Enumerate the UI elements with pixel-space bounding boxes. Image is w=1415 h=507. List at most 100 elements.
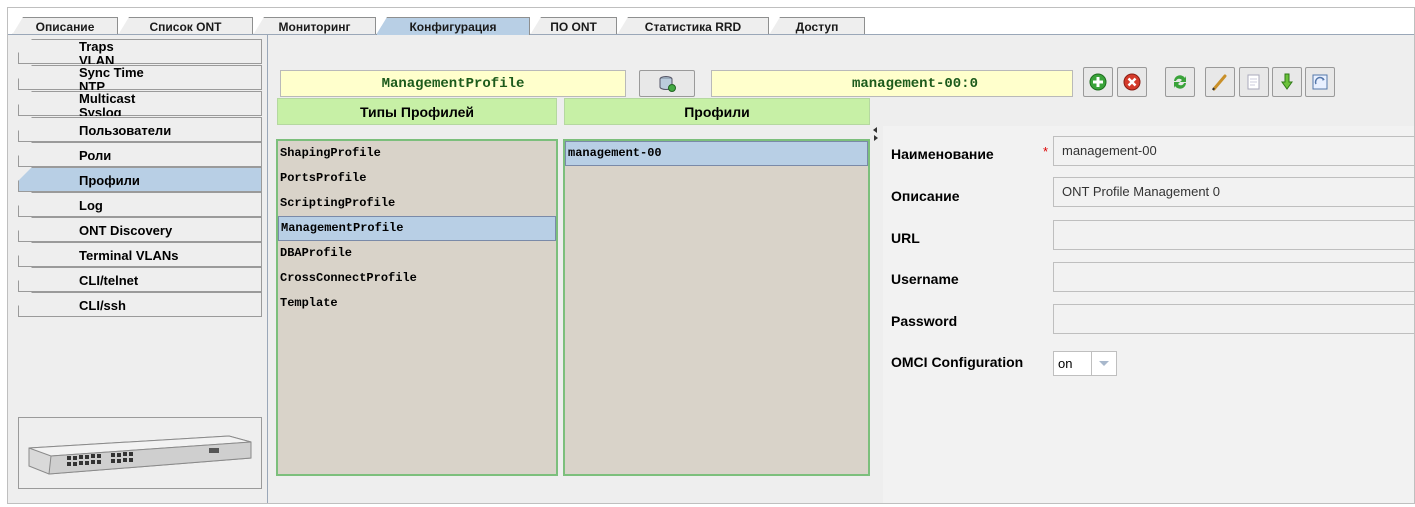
add-button[interactable] bbox=[1083, 67, 1113, 97]
list-item-label: management-00 bbox=[568, 146, 662, 160]
tab-ont-list[interactable]: Список ONT bbox=[118, 17, 253, 35]
types-list[interactable]: ShapingProfile PortsProfile ScriptingPro… bbox=[276, 139, 558, 476]
tab-label: Мониторинг bbox=[278, 20, 351, 34]
refresh-icon bbox=[1174, 75, 1186, 89]
tab-label: Описание bbox=[35, 20, 95, 34]
compare-button[interactable] bbox=[1305, 67, 1335, 97]
sidebar-item-profiles[interactable]: Профили bbox=[18, 167, 262, 192]
sidebar-item-label: Multicast bbox=[79, 91, 136, 106]
tab-bar: Описание Список ONT Мониторинг Конфигура… bbox=[8, 8, 1414, 35]
name-label: Наименование bbox=[891, 146, 994, 162]
list-item-label: CrossConnectProfile bbox=[280, 271, 417, 285]
list-item-label: PortsProfile bbox=[280, 171, 367, 185]
edit-icon bbox=[1212, 74, 1227, 91]
tab-label: Доступ bbox=[795, 20, 839, 34]
sidebar-item-multicast-syslog[interactable]: Multicast Syslog bbox=[18, 91, 262, 116]
name-field[interactable]: management-00 bbox=[1053, 136, 1414, 166]
list-item[interactable]: PortsProfile bbox=[278, 166, 556, 191]
description-label: Описание bbox=[891, 188, 960, 204]
sidebar-item-label: Профили bbox=[79, 173, 140, 188]
omci-value: on bbox=[1054, 352, 1092, 375]
sidebar-separator bbox=[267, 35, 268, 503]
list-item[interactable]: Template bbox=[278, 291, 556, 316]
list-item-selected[interactable]: ManagementProfile bbox=[278, 216, 556, 241]
types-list-header: Типы Профилей bbox=[277, 98, 557, 125]
username-field[interactable] bbox=[1053, 262, 1414, 292]
tab-label: Статистика RRD bbox=[644, 20, 742, 34]
tab-rrd-statistics[interactable]: Статистика RRD bbox=[617, 17, 769, 35]
username-label: Username bbox=[891, 271, 959, 287]
download-icon bbox=[1281, 73, 1293, 90]
list-item-label: DBAProfile bbox=[280, 246, 353, 260]
sidebar-item-cli-ssh[interactable]: CLI/ssh bbox=[18, 292, 262, 317]
description-value: ONT Profile Management 0 bbox=[1062, 184, 1220, 199]
list-item[interactable]: CrossConnectProfile bbox=[278, 266, 556, 291]
copy-icon bbox=[1247, 74, 1260, 90]
omci-select[interactable]: on bbox=[1053, 351, 1117, 376]
edit-button[interactable] bbox=[1205, 67, 1235, 97]
list-item[interactable]: ScriptingProfile bbox=[278, 191, 556, 216]
sidebar-item-label: CLI/ssh bbox=[79, 298, 126, 313]
profile-name-text: management-00:0 bbox=[851, 76, 978, 92]
url-label: URL bbox=[891, 230, 920, 246]
sidebar-item-label: ONT Discovery bbox=[79, 223, 173, 238]
sidebar-item-cli-telnet[interactable]: CLI/telnet bbox=[18, 267, 262, 292]
profiles-list[interactable]: management-00 bbox=[563, 139, 870, 476]
list-item-selected[interactable]: management-00 bbox=[565, 141, 868, 166]
sidebar-item-label: CLI/telnet bbox=[79, 273, 139, 288]
list-item-label: ShapingProfile bbox=[280, 146, 381, 160]
list-item[interactable]: ShapingProfile bbox=[278, 141, 556, 166]
sidebar-item-label: Log bbox=[79, 198, 103, 213]
delete-icon bbox=[1123, 73, 1141, 91]
sidebar-item-roles[interactable]: Роли bbox=[18, 142, 262, 167]
tab-configuration[interactable]: Конфигурация bbox=[376, 17, 530, 35]
db-icon bbox=[659, 75, 676, 92]
delete-button[interactable] bbox=[1117, 67, 1147, 97]
tab-access[interactable]: Доступ bbox=[769, 17, 865, 35]
sidebar-item-log[interactable]: Log bbox=[18, 192, 262, 217]
olt-device-image[interactable] bbox=[18, 417, 262, 489]
olt-device-icon bbox=[28, 435, 252, 475]
app-window: Описание Список ONT Мониторинг Конфигура… bbox=[7, 7, 1415, 504]
sidebar-item-label: Traps bbox=[79, 39, 114, 54]
download-button[interactable] bbox=[1272, 67, 1302, 97]
sidebar-item-label: Terminal VLANs bbox=[79, 248, 179, 263]
collapse-arrows-icon bbox=[873, 127, 878, 141]
sidebar-item-terminal-vlans[interactable]: Terminal VLANs bbox=[18, 242, 262, 267]
url-field[interactable] bbox=[1053, 220, 1414, 250]
profiles-list-title: Профили bbox=[684, 104, 750, 120]
password-field[interactable] bbox=[1053, 304, 1414, 334]
tab-ont-software[interactable]: ПО ONT bbox=[530, 17, 617, 35]
list-item-label: ManagementProfile bbox=[281, 221, 404, 235]
tab-label: Конфигурация bbox=[409, 20, 497, 34]
sidebar-item-traps-vlan[interactable]: Traps VLAN bbox=[18, 39, 262, 64]
profile-form: Наименование * management-00 Описание ON… bbox=[883, 126, 1414, 503]
sidebar-item-ont-discovery[interactable]: ONT Discovery bbox=[18, 217, 262, 242]
sidebar-item-label: Роли bbox=[79, 148, 112, 163]
sidebar-item-label: Sync Time bbox=[79, 65, 144, 80]
tab-label: ПО ONT bbox=[550, 20, 597, 34]
add-icon bbox=[1089, 73, 1107, 91]
sidebar: Traps VLAN Sync Time NTP Multicast Syslo… bbox=[8, 35, 267, 503]
profile-type-field: ManagementProfile bbox=[280, 70, 626, 97]
profiles-list-header: Профили bbox=[564, 98, 870, 125]
tab-description[interactable]: Описание bbox=[12, 17, 118, 35]
chevron-down-icon[interactable] bbox=[1091, 352, 1116, 375]
profile-type-text: ManagementProfile bbox=[381, 76, 525, 92]
omci-label: OMCI Configuration bbox=[891, 354, 1024, 370]
refresh-button[interactable] bbox=[1165, 67, 1195, 97]
copy-button[interactable] bbox=[1239, 67, 1269, 97]
profile-name-field: management-00:0 bbox=[711, 70, 1073, 97]
description-field[interactable]: ONT Profile Management 0 bbox=[1053, 177, 1414, 207]
tab-monitoring[interactable]: Мониторинг bbox=[253, 17, 376, 35]
sidebar-item-sync-time-ntp[interactable]: Sync Time NTP bbox=[18, 65, 262, 90]
compare-icon bbox=[1312, 74, 1328, 90]
required-marker: * bbox=[1043, 144, 1049, 159]
list-item[interactable]: DBAProfile bbox=[278, 241, 556, 266]
sidebar-item-users[interactable]: Пользователи bbox=[18, 117, 262, 142]
password-label: Password bbox=[891, 313, 958, 329]
list-item-label: ScriptingProfile bbox=[280, 196, 396, 210]
sidebar-item-label: Пользователи bbox=[79, 123, 172, 138]
splitter-handle[interactable] bbox=[871, 125, 882, 503]
db-button[interactable] bbox=[639, 70, 695, 97]
